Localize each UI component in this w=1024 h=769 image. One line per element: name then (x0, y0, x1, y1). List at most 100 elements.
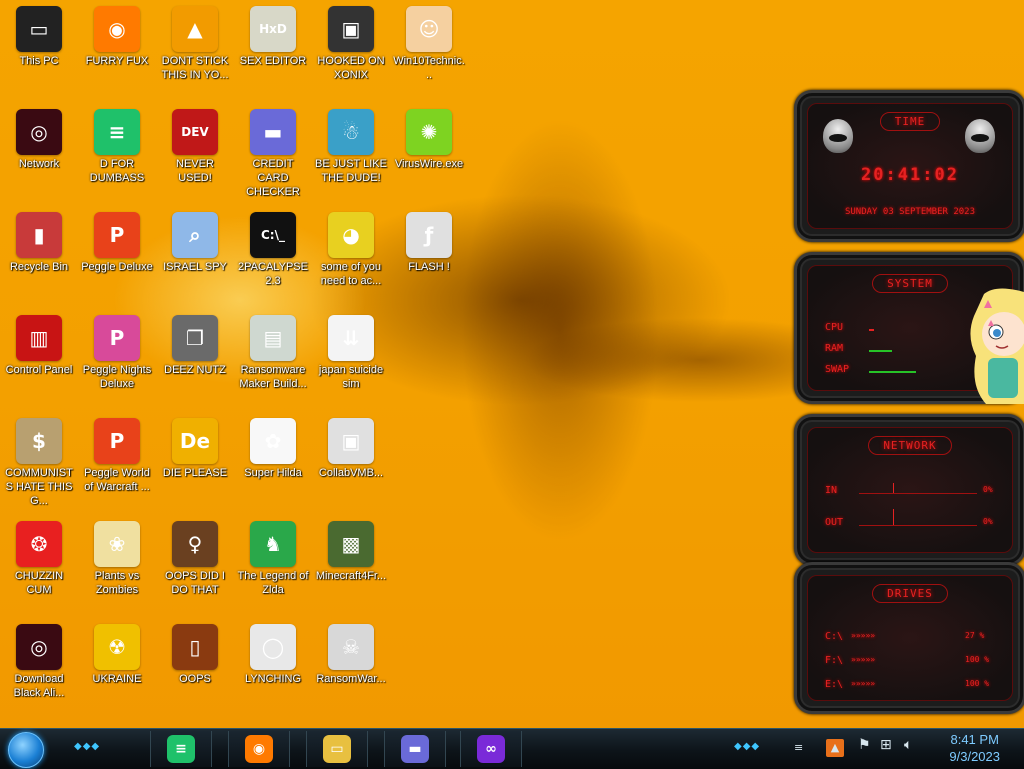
desktop-icon[interactable]: ♀ OOPS DID I DO THAT (157, 517, 233, 617)
drives-gadget-title: DRIVES (797, 584, 1023, 603)
minecraft-icon: ▩ (328, 521, 374, 567)
drives-gadget: DRIVES C:\ »»»»» 27 % F:\ »»»»» 100 % E:\ »»»»»… (794, 562, 1024, 714)
drive-usage-arrows: »»»»» (851, 655, 876, 664)
taskbar-app-mask-app[interactable]: ∞ (460, 731, 522, 767)
desktop-icon[interactable]: $ COMMUNISTS HATE THIS G... (1, 414, 77, 514)
desktop-icon-label: FURRY FUX (85, 55, 149, 67)
start-button[interactable] (8, 732, 44, 768)
drive-usage-arrows: »»»»» (851, 679, 876, 688)
desktop-icon[interactable]: ❐ DEEZ NUTZ (157, 311, 233, 411)
desktop-icon-label: CREDIT CARD CHECKER (246, 158, 300, 198)
cpu-label: CPU (825, 322, 844, 333)
drive-usage-arrows: »»»»» (851, 631, 876, 640)
ram-label: RAM (825, 343, 844, 354)
book-icon: ▯ (172, 624, 218, 670)
desktop-icon-label: Download Black Ali... (13, 673, 65, 699)
desktop-icon[interactable]: C:\_ 2PACALYPSE 2.3 (235, 208, 311, 308)
taskbar-app-chat-app[interactable]: ≡ (150, 731, 212, 767)
portrait-icon: ♀ (172, 521, 218, 567)
desktop-icon-label: japan suicide sim (318, 364, 384, 390)
xonix-icon: ▣ (328, 6, 374, 52)
desktop-icon[interactable]: ☺ Win10Technic... (391, 2, 467, 102)
desktop-icon[interactable]: ☠ RansomWar... (313, 620, 389, 720)
desktop-icon-label: Plants vs Zombies (94, 570, 140, 596)
zelda-icon: ♞ (250, 521, 296, 567)
desktop-icon[interactable]: ♞ The Legend of Zlda (235, 517, 311, 617)
desktop-icon[interactable]: ⇊ japan suicide sim (313, 311, 389, 411)
network-out-spike (893, 509, 894, 525)
devcpp-icon: DEV (172, 109, 218, 155)
desktop-icon-label: COMMUNISTS HATE THIS G... (5, 467, 73, 507)
desktop-icon-label: Minecraft4Fr... (315, 570, 387, 582)
ram-usage-bar (869, 350, 892, 352)
desktop-icon[interactable]: HxD SEX EDITOR (235, 2, 311, 102)
desktop-icon[interactable]: ▩ Minecraft4Fr... (313, 517, 389, 617)
network-gadget: NETWORK IN 0% OUT 0% (794, 414, 1024, 566)
network-out-label: OUT (825, 517, 844, 528)
desktop-icon[interactable]: ◎ Network (1, 105, 77, 205)
time-gadget: TIME 20:41:02 SUNDAY 03 SEPTEMBER 2023 (794, 90, 1024, 242)
chat-icon: ≡ (94, 109, 140, 155)
network-tray-icon[interactable]: ⊞ (880, 737, 892, 753)
desktop-icon[interactable]: P Peggle World of Warcraft ... (79, 414, 155, 514)
desktop-icon[interactable]: ▭ This PC (1, 2, 77, 102)
black-alien-icon: ◎ (16, 624, 62, 670)
santa-icon: ☃ (328, 109, 374, 155)
desktop-icon[interactable]: ▮ Recycle Bin (1, 208, 77, 308)
desktop-icon[interactable]: ▬ CREDIT CARD CHECKER (235, 105, 311, 205)
noose-icon: ◯ (250, 624, 296, 670)
taskbar-app-credit-card-checker[interactable]: ▬ (384, 731, 446, 767)
desktop-icon[interactable]: ◕ some of you need to ac... (313, 208, 389, 308)
desktop-icon[interactable]: ☢ UKRAINE (79, 620, 155, 720)
desktop-icon[interactable]: De DIE PLEASE (157, 414, 233, 514)
desktop-icon[interactable]: DEV NEVER USED! (157, 105, 233, 205)
hxd-icon: HxD (250, 6, 296, 52)
volume-icon[interactable]: 🔈︎ (904, 737, 912, 753)
desktop-icon[interactable]: ▣ HOOKED ON XONIX (313, 2, 389, 102)
gadget-panel: TIME 20:41:02 SUNDAY 03 SEPTEMBER 2023 S… (794, 90, 1024, 720)
desktop-icon[interactable]: ▥ Control Panel (1, 311, 77, 411)
desktop-icon-label: OOPS (179, 673, 211, 685)
time-gadget-date: SUNDAY 03 SEPTEMBER 2023 (844, 207, 976, 217)
network-out-value: 0% (983, 517, 993, 526)
desktop-icon[interactable]: ☃ BE JUST LIKE THE DUDE! (313, 105, 389, 205)
desktop-icon[interactable]: P Peggle Deluxe (79, 208, 155, 308)
tray-app-icon[interactable]: ▲ (826, 739, 844, 757)
spy-icon: ⌕ (172, 212, 218, 258)
desktop-icon[interactable]: ❀ Plants vs Zombies (79, 517, 155, 617)
desktop-icon[interactable]: ▲ DONT STICK THIS IN YO... (157, 2, 233, 102)
drive-label: C:\ (825, 631, 844, 642)
taskbar-app-firefox[interactable]: ◉ (228, 731, 290, 767)
desktop-icon[interactable]: ▤ Ransomware Maker Build... (235, 311, 311, 411)
desktop-icon[interactable]: ✿ Super Hilda (235, 414, 311, 514)
desktop-icon[interactable]: ▯ OOPS (157, 620, 233, 720)
taskbar-clock[interactable]: 8:41 PM 9/3/2023 (949, 731, 1000, 765)
terminal-icon: C:\_ (250, 212, 296, 258)
chuzzle-icon: ❂ (16, 521, 62, 567)
desktop-icon[interactable]: ❂ CHUZZIN CUM (1, 517, 77, 617)
desktop-icon[interactable]: ▣ CollabVMB... (313, 414, 389, 514)
recycle-bin-icon: ▮ (16, 212, 62, 258)
desktop-icon-label: LYNCHING (244, 673, 302, 685)
tray-overflow-icon[interactable]: ≡ (794, 741, 803, 754)
swap-label: SWAP (825, 364, 850, 375)
desktop-icon[interactable]: ◯ LYNCHING (235, 620, 311, 720)
desktop-icon[interactable]: ✺ VirusWire.exe (391, 105, 467, 205)
taskbar-app-file-explorer[interactable]: ▭ (306, 731, 368, 767)
action-center-flag-icon[interactable]: ⚑ (858, 737, 871, 753)
desktop-icon[interactable]: ◉ FURRY FUX (79, 2, 155, 102)
desktop-icon[interactable]: ≡ D FOR DUMBASS (79, 105, 155, 205)
desktop-icon[interactable]: P Peggle Nights Deluxe (79, 311, 155, 411)
desktop-icon[interactable]: ƒ FLASH ! (391, 208, 467, 308)
desktop-icon-label: HOOKED ON XONIX (317, 55, 385, 81)
desktop-icon-label: Network (18, 158, 60, 170)
desktop-icon-label: DONT STICK THIS IN YO... (161, 55, 229, 81)
network-in-graph (859, 493, 977, 494)
drive-usage-value: 27 % (965, 631, 985, 640)
desktop-icon[interactable]: ◎ Download Black Ali... (1, 620, 77, 720)
window-app-icon: ▤ (250, 315, 296, 361)
desktop-icon[interactable]: ⌕ ISRAEL SPY (157, 208, 233, 308)
cpu-usage-bar (869, 329, 874, 331)
desktop-icon-label: Control Panel (5, 364, 73, 376)
desktop-icon-label: Peggle World of Warcraft ... (84, 467, 150, 493)
